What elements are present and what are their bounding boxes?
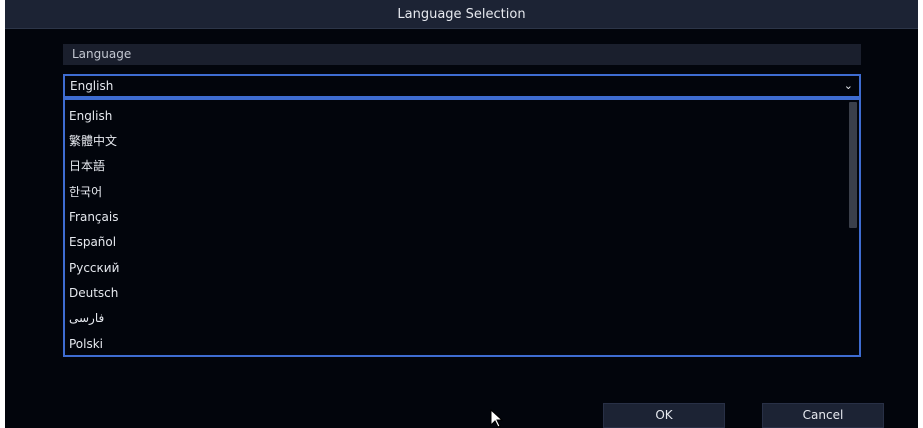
chevron-down-icon[interactable]: ⌄: [844, 76, 853, 96]
language-option-persian[interactable]: فارسی: [69, 310, 104, 326]
language-option-korean[interactable]: 한국어: [69, 184, 102, 200]
language-option-german[interactable]: Deutsch: [69, 285, 118, 301]
language-option-french[interactable]: Français: [69, 209, 118, 225]
language-option-spanish[interactable]: Español: [69, 234, 116, 250]
language-option-traditional-chinese[interactable]: 繁體中文: [69, 133, 117, 149]
language-section-label: Language: [63, 44, 861, 65]
language-option-polish[interactable]: Polski: [69, 336, 103, 352]
mouse-cursor-icon: [490, 409, 504, 428]
cancel-button[interactable]: Cancel: [762, 403, 884, 428]
language-option-japanese[interactable]: 日本語: [69, 158, 105, 174]
language-option-english[interactable]: English: [69, 108, 112, 124]
language-selection-dialog: Language Selection Language English ⌄ En…: [5, 0, 918, 428]
ok-button[interactable]: OK: [603, 403, 725, 428]
language-dropdown-list: English 繁體中文 日本語 한국어 Français Español Ру…: [63, 98, 861, 357]
scrollbar-thumb[interactable]: [849, 102, 857, 228]
dropdown-scrollbar[interactable]: [849, 100, 857, 355]
language-option-russian[interactable]: Русский: [69, 260, 119, 276]
language-select-value: English: [70, 79, 114, 93]
dialog-title: Language Selection: [5, 0, 918, 29]
language-select[interactable]: English ⌄: [63, 74, 861, 98]
